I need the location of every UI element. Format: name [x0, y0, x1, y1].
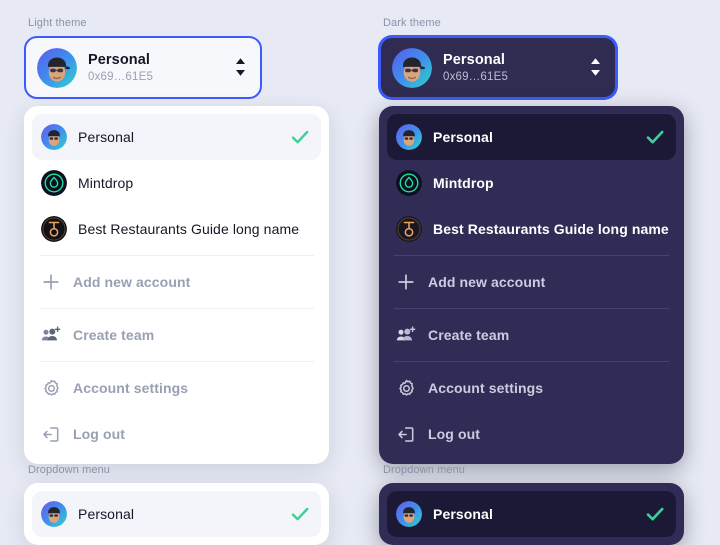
- menu-divider: [39, 255, 314, 256]
- account-name: Personal: [88, 51, 151, 68]
- personal-avatar: [396, 124, 422, 150]
- menu-item-label: Personal: [433, 129, 493, 145]
- mintdrop-avatar: [41, 170, 67, 196]
- menu-item-account-personal[interactable]: Personal: [32, 491, 321, 537]
- menu-divider: [394, 308, 669, 309]
- personal-avatar: [41, 124, 67, 150]
- account-address: 0x69…61E5: [443, 70, 509, 83]
- menu-item-create-team[interactable]: Create team: [387, 312, 676, 358]
- chevron-up-down-icon[interactable]: [232, 55, 248, 81]
- personal-avatar: [396, 501, 422, 527]
- dropdown-menu-section-dark: Dropdown menu Personal: [379, 463, 699, 545]
- plus-icon: [396, 272, 416, 292]
- dropdown-menu-section-light: Dropdown menu Personal: [24, 463, 344, 545]
- chevron-up-down-icon[interactable]: [587, 55, 603, 81]
- personal-avatar: [37, 47, 77, 88]
- dropdown-menu-preview-dark: Personal: [379, 483, 684, 545]
- menu-item-log-out[interactable]: Log out: [387, 411, 676, 457]
- menu-item-account-settings[interactable]: Account settings: [387, 365, 676, 411]
- menu-item-account-personal[interactable]: Personal: [32, 114, 321, 160]
- personal-avatar: [41, 501, 67, 527]
- restaurants-avatar: [41, 216, 67, 242]
- menu-item-label: Best Restaurants Guide long name: [433, 221, 669, 237]
- menu-item-label: Add new account: [73, 274, 191, 290]
- check-icon: [289, 503, 311, 525]
- menu-divider: [394, 361, 669, 362]
- account-name: Personal: [443, 51, 506, 68]
- menu-item-label: Account settings: [73, 380, 189, 396]
- restaurants-avatar: [396, 216, 422, 242]
- menu-item-label: Log out: [428, 426, 481, 442]
- plus-icon: [41, 272, 61, 292]
- light-theme-label: Light theme: [28, 17, 87, 29]
- gear-icon: [41, 378, 61, 398]
- menu-item-account-personal[interactable]: Personal: [387, 114, 676, 160]
- menu-item-label: Mintdrop: [78, 175, 134, 191]
- menu-item-add-new-account[interactable]: Add new account: [32, 259, 321, 305]
- menu-item-label: Best Restaurants Guide long name: [78, 221, 300, 237]
- logout-icon: [41, 424, 61, 444]
- logout-icon: [396, 424, 416, 444]
- menu-item-label: Account settings: [428, 380, 544, 396]
- menu-item-account-mintdrop[interactable]: Mintdrop: [32, 160, 321, 206]
- menu-item-label: Create team: [428, 327, 510, 343]
- menu-item-account-settings[interactable]: Account settings: [32, 365, 321, 411]
- dropdown-menu-label-light: Dropdown menu: [28, 464, 111, 476]
- menu-item-add-new-account[interactable]: Add new account: [387, 259, 676, 305]
- menu-item-account-restaurants[interactable]: Best Restaurants Guide long name: [387, 206, 676, 252]
- menu-item-label: Personal: [433, 506, 493, 522]
- menu-item-label: Create team: [73, 327, 155, 343]
- account-address: 0x69…61E5: [88, 70, 154, 83]
- account-switcher-trigger-dark[interactable]: Personal 0x69…61E5: [379, 36, 617, 99]
- check-icon: [644, 126, 666, 148]
- dark-theme-label: Dark theme: [383, 17, 441, 29]
- personal-avatar: [392, 47, 432, 88]
- menu-item-label: Mintdrop: [433, 175, 494, 191]
- menu-item-label: Add new account: [428, 274, 546, 290]
- account-meta: Personal 0x69…61E5: [443, 51, 587, 85]
- dropdown-menu-label-dark: Dropdown menu: [383, 464, 466, 476]
- account-dropdown-menu-light: Personal Mintdrop Best Restaurants Guide…: [24, 106, 329, 464]
- add-users-icon: [41, 325, 61, 345]
- add-users-icon: [396, 325, 416, 345]
- dark-theme-section: Dark theme Personal 0x69…61E5 Personal M…: [379, 16, 699, 464]
- menu-item-log-out[interactable]: Log out: [32, 411, 321, 457]
- gear-icon: [396, 378, 416, 398]
- check-icon: [289, 126, 311, 148]
- menu-item-account-personal[interactable]: Personal: [387, 491, 676, 537]
- menu-item-create-team[interactable]: Create team: [32, 312, 321, 358]
- account-switcher-trigger-light[interactable]: Personal 0x69…61E5: [24, 36, 262, 99]
- menu-item-label: Personal: [78, 506, 135, 522]
- account-meta: Personal 0x69…61E5: [88, 51, 232, 85]
- menu-divider: [39, 361, 314, 362]
- check-icon: [644, 503, 666, 525]
- menu-item-label: Personal: [78, 129, 135, 145]
- menu-divider: [394, 255, 669, 256]
- menu-item-account-mintdrop[interactable]: Mintdrop: [387, 160, 676, 206]
- menu-divider: [39, 308, 314, 309]
- light-theme-section: Light theme Personal 0x69…61E5 Personal …: [24, 16, 344, 464]
- screenshot-canvas: Light theme Personal 0x69…61E5 Personal …: [0, 0, 720, 545]
- menu-item-account-restaurants[interactable]: Best Restaurants Guide long name: [32, 206, 321, 252]
- menu-item-label: Log out: [73, 426, 126, 442]
- mintdrop-avatar: [396, 170, 422, 196]
- dropdown-menu-preview-light: Personal: [24, 483, 329, 545]
- account-dropdown-menu-dark: Personal Mintdrop Best Restaurants Guide…: [379, 106, 684, 464]
